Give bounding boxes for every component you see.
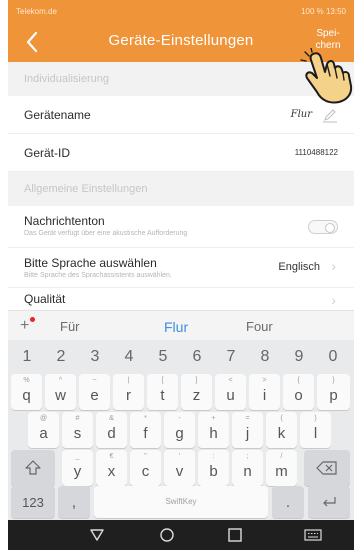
key-l[interactable]: ) l [300,412,331,448]
key-123[interactable]: 123 [11,486,55,518]
key-s[interactable]: # s [62,412,93,448]
carrier-label: Telekom.de [16,6,57,16]
back-triangle-icon[interactable] [88,526,106,544]
key-2[interactable]: 2 [46,340,76,376]
key-4[interactable]: 4 [114,340,144,376]
keyboard-row-2: @ a # s & d * f -g + h = j (k ) l [8,412,354,452]
section-header-allgemeine: Allgemeine Einstellungen [8,172,354,206]
row-qualitaet[interactable]: Qualität › [8,288,354,310]
suggestion-center[interactable]: Flur [164,319,188,335]
tap-hand-illustration [300,48,353,104]
key-z[interactable]: ] z [181,374,212,410]
row-sublabel: Das Gerät verfügt über eine akustische A… [24,230,188,237]
key-6[interactable]: 6 [182,340,212,376]
key-j[interactable]: = j [232,412,263,448]
key-comma[interactable]: , [58,486,90,518]
status-indicators: 100 % 13:50 [301,6,346,16]
device-name-value: Flur [290,109,312,120]
key-y[interactable]: _ y [62,450,93,486]
notification-tone-toggle[interactable] [308,220,338,234]
key-k[interactable]: (k [266,412,297,448]
key-r[interactable]: | r [113,374,144,410]
key-3[interactable]: 3 [80,340,110,376]
key-g[interactable]: -g [164,412,195,448]
key-w[interactable]: ^ w [45,374,76,410]
row-label: Nachrichtenton [24,214,105,228]
suggestion-right[interactable]: Four [246,319,273,334]
key-d[interactable]: & d [96,412,127,448]
key-h[interactable]: + h [198,412,229,448]
keyboard-row-1: % q ^ w ~ e | r [t ] z < u > i {o } p [8,374,354,414]
backspace-key[interactable] [304,450,350,486]
keyboard: 1 2 3 4 5 6 7 8 9 0 % q ^ w ~ e | r [t ] z < u… [8,340,354,520]
key-a[interactable]: @ a [28,412,59,448]
keyboard-icon[interactable] [304,526,322,544]
row-label: Gerät-ID [24,146,71,160]
key-c[interactable]: " c [130,450,161,486]
suggestion-left[interactable]: Für [60,319,80,334]
key-o[interactable]: {o [283,374,314,410]
pencil-icon[interactable] [322,107,338,123]
key-p[interactable]: } p [317,374,350,410]
space-bar[interactable]: SwiftKey [94,486,268,518]
shift-key[interactable] [11,450,55,486]
key-0[interactable]: 0 [318,340,348,376]
language-value: Englisch [278,261,320,273]
key-u[interactable]: < u [215,374,246,410]
key-1[interactable]: 1 [12,340,42,376]
enter-icon [323,497,336,507]
shift-icon [25,460,41,475]
key-t[interactable]: [t [147,374,178,410]
row-geraet-id: Gerät-ID 1110488122 [8,134,354,172]
chevron-right-icon: › [331,258,336,274]
key-8[interactable]: 8 [250,340,280,376]
keyboard-plus-icon[interactable]: + [20,317,36,335]
key-i[interactable]: > i [249,374,280,410]
row-label: Qualität [24,292,66,306]
key-v[interactable]: ' v [164,450,195,486]
row-sublabel: Bitte Sprache des Sprachassistents auswä… [24,272,172,279]
enter-key[interactable] [308,486,350,518]
key-n[interactable]: ; n [232,450,263,486]
key-7[interactable]: 7 [216,340,246,376]
recents-square-icon[interactable] [226,526,244,544]
chevron-right-icon: › [331,292,336,308]
key-period[interactable]: . [272,486,304,518]
row-sprache[interactable]: Bitte Sprache auswählen Bitte Sprache de… [8,248,354,288]
key-x[interactable]: € x [96,450,127,486]
home-circle-icon[interactable] [158,526,176,544]
android-nav-bar [8,520,354,550]
key-5[interactable]: 5 [148,340,178,376]
key-f[interactable]: * f [130,412,161,448]
key-e[interactable]: ~ e [79,374,110,410]
save-label-line1: Spei- [316,28,340,39]
key-9[interactable]: 9 [284,340,314,376]
status-bar: Telekom.de 100 % 13:50 [8,0,354,22]
device-id-value: 1110488122 [294,148,338,157]
row-nachrichtenton: Nachrichtenton Das Gerät verfügt über ei… [8,206,354,248]
key-b[interactable]: :b [198,450,229,486]
key-q[interactable]: % q [11,374,42,410]
backspace-icon [316,461,337,475]
keyboard-suggestion-bar: + Für Flur Four [8,310,354,340]
keyboard-row-3: _ y € x " c ' v :b ; n / m [8,450,354,490]
page-title: Geräte-Einstellungen [108,32,254,49]
key-m[interactable]: / m [266,450,297,486]
